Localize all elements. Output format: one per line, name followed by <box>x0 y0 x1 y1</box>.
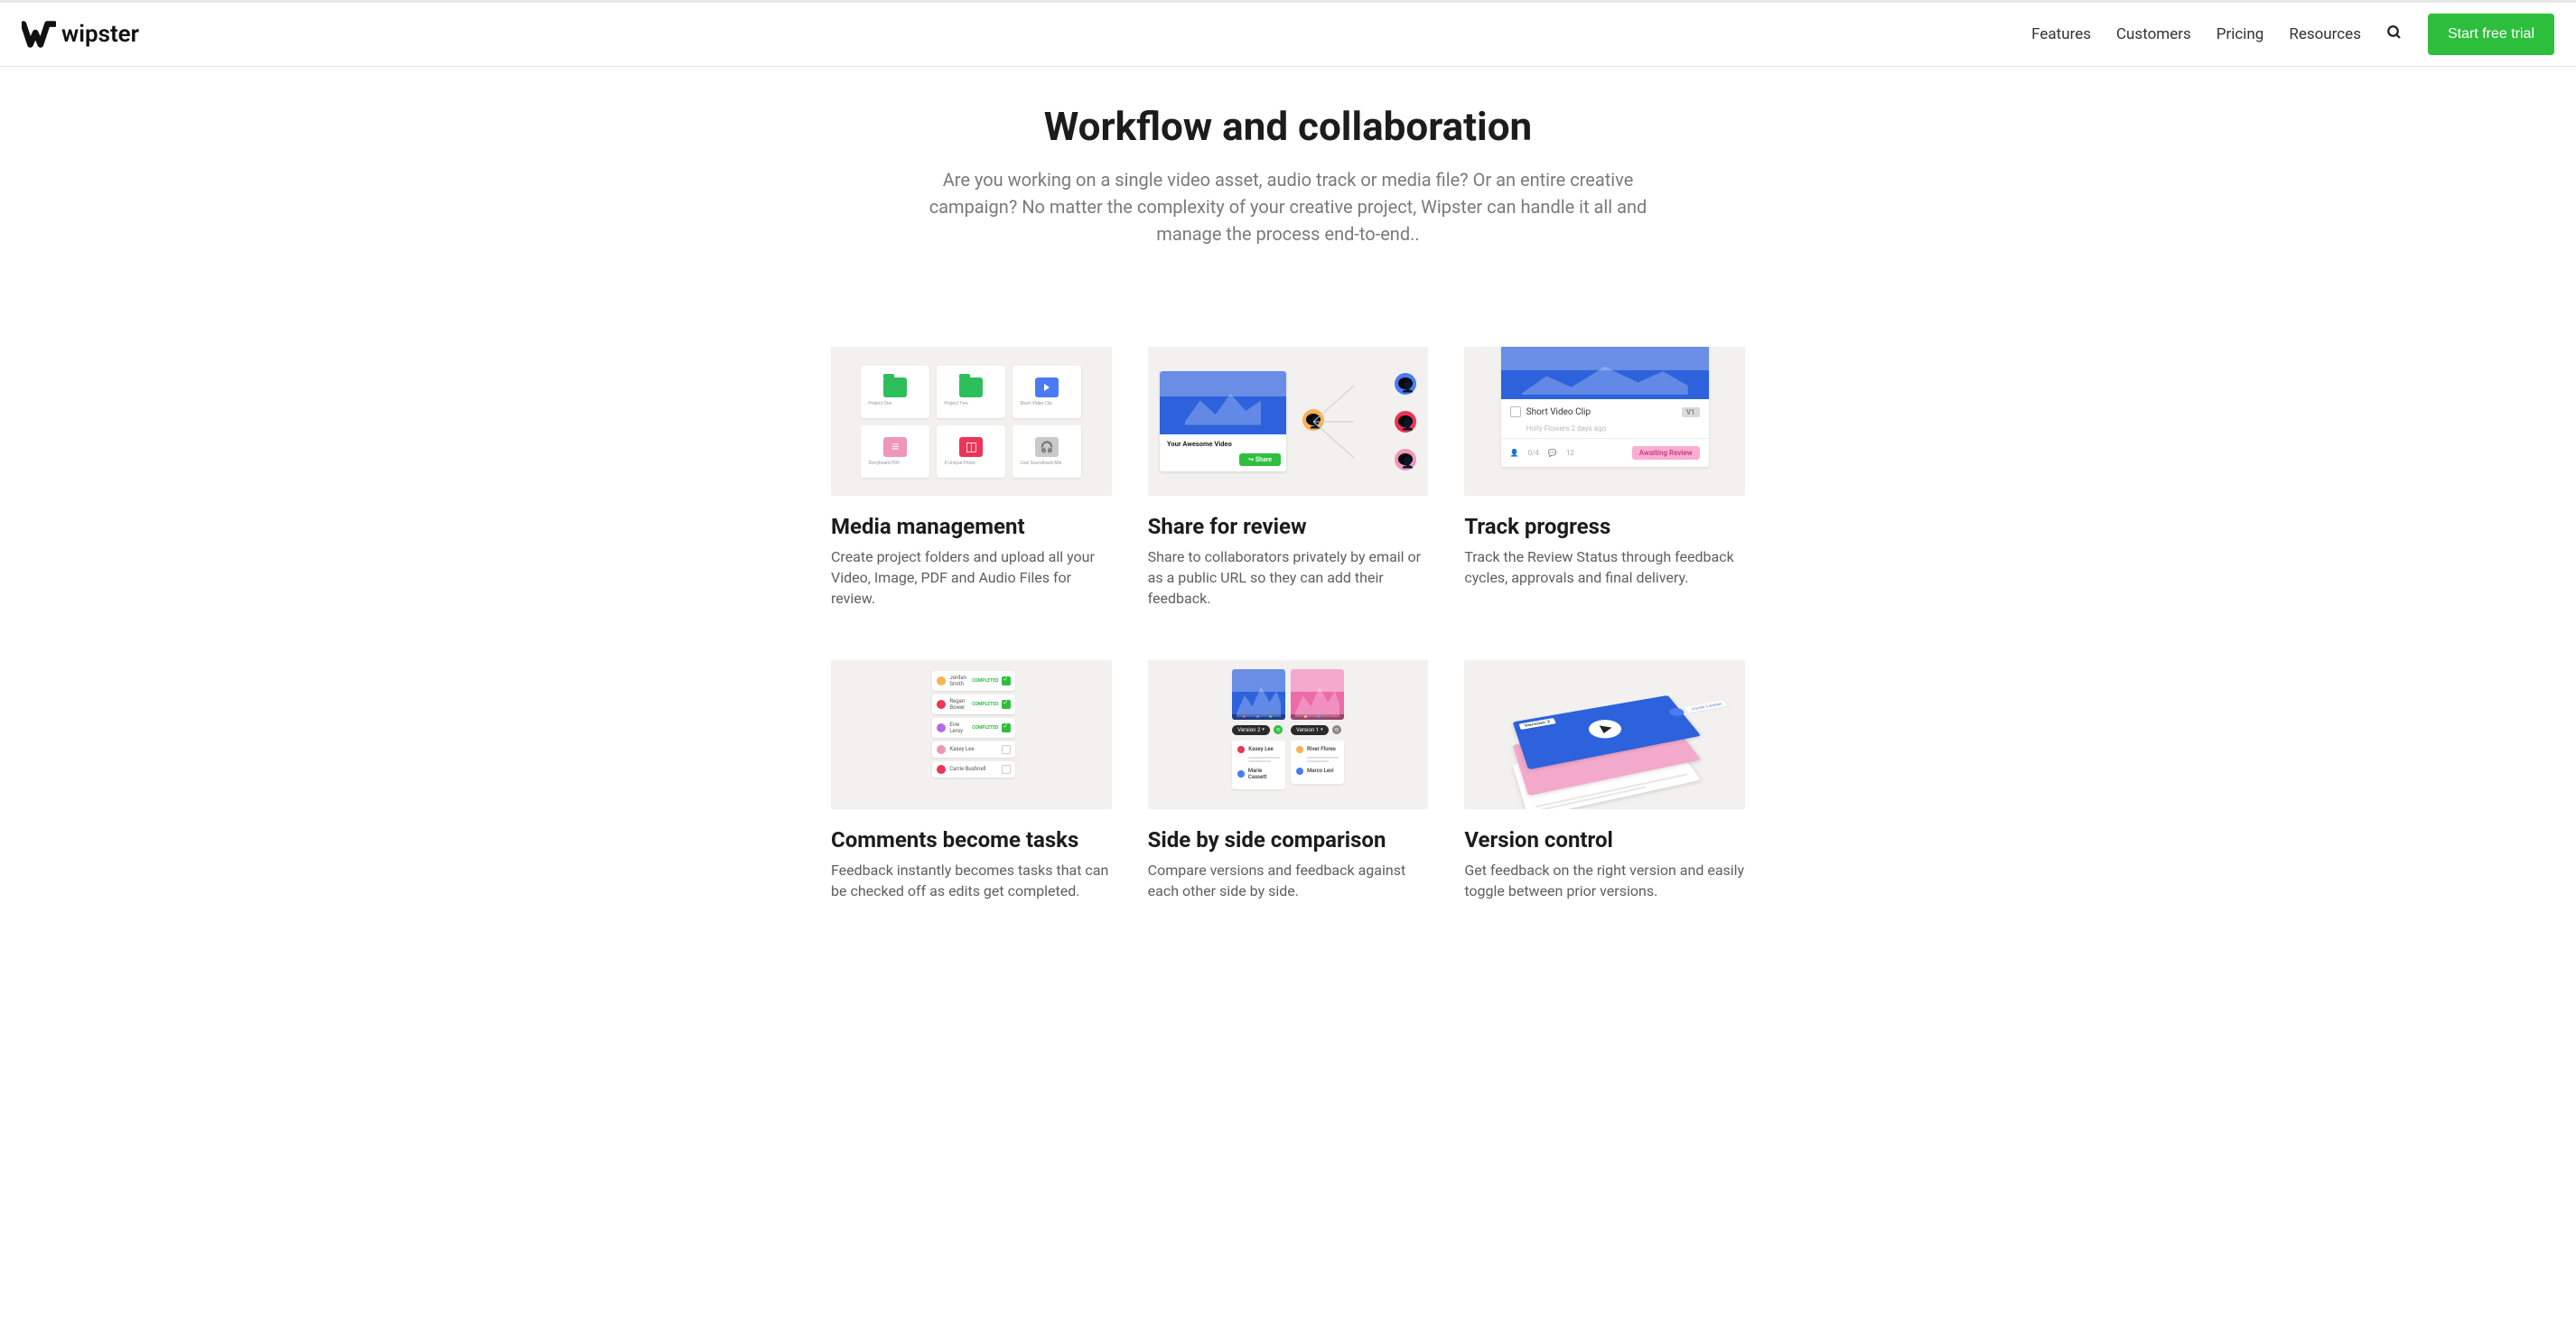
comment-panel: River Flores Marco Levi <box>1291 741 1344 784</box>
card-share-for-review: Your Awesome Video Share <box>1148 347 1429 610</box>
card-description: Feedback instantly becomes tasks that ca… <box>831 860 1112 901</box>
brand-mark-icon <box>22 17 56 51</box>
page-subtitle: Are you working on a single video asset,… <box>909 166 1667 247</box>
comments-tasks-illustration: Version 2 Jordan SmithCOMPLETED Regan Bo… <box>831 660 1112 809</box>
tile-label: A Unique Photo <box>940 461 975 466</box>
tile-label: Project One <box>864 401 891 406</box>
main-content: Workflow and collaboration Are you worki… <box>809 103 1767 901</box>
tile-label: Cool Soundtrack Mix <box>1016 461 1061 466</box>
brand-logo[interactable]: wipster <box>22 17 139 51</box>
brand-wordmark: wipster <box>61 21 139 48</box>
card-track-progress: Short Video Clip V1 Holly Flowers 2 days… <box>1464 347 1745 610</box>
headphones-icon <box>1035 437 1059 457</box>
folder-icon <box>959 377 983 397</box>
card-title: Version control <box>1464 827 1745 853</box>
task-item: Regan BowerCOMPLETED <box>932 694 1015 714</box>
asset-thumbnail <box>1501 347 1709 399</box>
folder-icon <box>883 377 907 397</box>
nav-customers[interactable]: Customers <box>2116 25 2191 43</box>
task-list: Jordan SmithCOMPLETED Regan BowerCOMPLET… <box>932 671 1015 798</box>
card-comments-tasks: Version 2 Jordan SmithCOMPLETED Regan Bo… <box>831 660 1112 901</box>
tile-label: Project Two <box>940 401 967 406</box>
card-version-control: Version 2 Jarek Lester Version control G… <box>1464 660 1745 901</box>
compare-left-video <box>1232 669 1285 720</box>
sync-icon: ⟲ <box>1332 725 1341 734</box>
site-header: wipster Features Customers Pricing Resou… <box>0 3 2576 67</box>
avatar-icon <box>1395 449 1416 471</box>
media-management-illustration: Project One Project Two Short Video Clip… <box>831 347 1112 496</box>
card-description: Get feedback on the right version and ea… <box>1464 860 1745 901</box>
check-icon <box>1002 700 1011 709</box>
checkbox-empty-icon <box>1002 765 1011 774</box>
asset-title: Short Video Clip <box>1526 407 1591 417</box>
card-description: Compare versions and feedback against ea… <box>1148 860 1429 901</box>
main-nav: Features Customers Pricing Resources Sta… <box>2031 14 2554 55</box>
version-user-tag: Jarek Lester <box>1667 700 1730 717</box>
card-title: Track progress <box>1464 514 1745 539</box>
start-free-trial-button[interactable]: Start free trial <box>2428 14 2554 55</box>
card-description: Track the Review Status through feedback… <box>1464 546 1745 588</box>
card-title: Media management <box>831 514 1112 539</box>
card-title: Side by side comparison <box>1148 827 1429 853</box>
compare-right-video <box>1291 669 1344 720</box>
image-icon <box>959 437 983 457</box>
film-icon <box>1510 406 1521 417</box>
status-badge: Awaiting Review <box>1632 446 1700 460</box>
version-pill: Version 2 <box>1232 725 1270 735</box>
card-side-by-side: Version 2 ⟲ Kasey Lee Marie Cassett Versi… <box>1148 660 1429 901</box>
document-icon <box>883 437 907 457</box>
share-button: Share <box>1239 453 1281 466</box>
comment-icon: 💬 <box>1548 449 1557 457</box>
version-badge: V1 <box>1682 407 1700 417</box>
page-title: Workflow and collaboration <box>831 103 1745 150</box>
task-item: Carrie Bushnell <box>932 761 1015 778</box>
search-icon[interactable] <box>2386 24 2403 45</box>
features-grid: Project One Project Two Short Video Clip… <box>831 347 1745 901</box>
asset-meta: Holly Flowers 2 days ago <box>1501 424 1709 438</box>
play-icon <box>1584 718 1625 741</box>
comment-count: 12 <box>1566 449 1574 457</box>
nav-resources[interactable]: Resources <box>2289 25 2361 43</box>
compare-illustration: Version 2 ⟲ Kasey Lee Marie Cassett Versi… <box>1148 660 1429 809</box>
version-pill: Version 1 <box>1291 725 1329 735</box>
progress-card: Short Video Clip V1 Holly Flowers 2 days… <box>1501 347 1709 467</box>
people-icon: 👤 <box>1510 449 1519 457</box>
sync-icon: ⟲ <box>1274 725 1283 734</box>
version-control-illustration: Version 2 Jarek Lester <box>1464 660 1745 809</box>
nav-features[interactable]: Features <box>2031 25 2091 43</box>
card-title: Comments become tasks <box>831 827 1112 853</box>
avatar-icon <box>1395 411 1416 433</box>
tile-label: Short Video Clip <box>1016 401 1052 406</box>
people-count: 0/4 <box>1528 449 1539 457</box>
asset-thumbnail <box>1160 371 1286 434</box>
task-item: Jordan SmithCOMPLETED <box>932 671 1015 691</box>
version-badge: Version 2 <box>1518 718 1555 730</box>
card-description: Create project folders and upload all yo… <box>831 546 1112 610</box>
video-icon <box>1035 377 1059 397</box>
task-item: Evie LeroyCOMPLETED <box>932 718 1015 738</box>
nav-pricing[interactable]: Pricing <box>2217 25 2264 43</box>
comment-panel: Kasey Lee Marie Cassett <box>1232 741 1285 789</box>
track-progress-illustration: Short Video Clip V1 Holly Flowers 2 days… <box>1464 347 1745 496</box>
card-description: Share to collaborators privately by emai… <box>1148 546 1429 610</box>
check-icon <box>1002 723 1011 732</box>
card-title: Share for review <box>1148 514 1429 539</box>
checkbox-empty-icon <box>1002 745 1011 754</box>
check-icon <box>1002 676 1011 685</box>
asset-card: Your Awesome Video Share <box>1160 371 1286 471</box>
share-illustration: Your Awesome Video Share <box>1148 347 1429 496</box>
tile-label: Storyboard PDF <box>864 461 900 466</box>
card-media-management: Project One Project Two Short Video Clip… <box>831 347 1112 610</box>
task-item: Kasey Lee <box>932 741 1015 758</box>
share-lines <box>1313 377 1367 467</box>
avatar-icon <box>1395 373 1416 395</box>
asset-title: Your Awesome Video <box>1167 440 1279 448</box>
hero-section: Workflow and collaboration Are you worki… <box>831 103 1745 247</box>
